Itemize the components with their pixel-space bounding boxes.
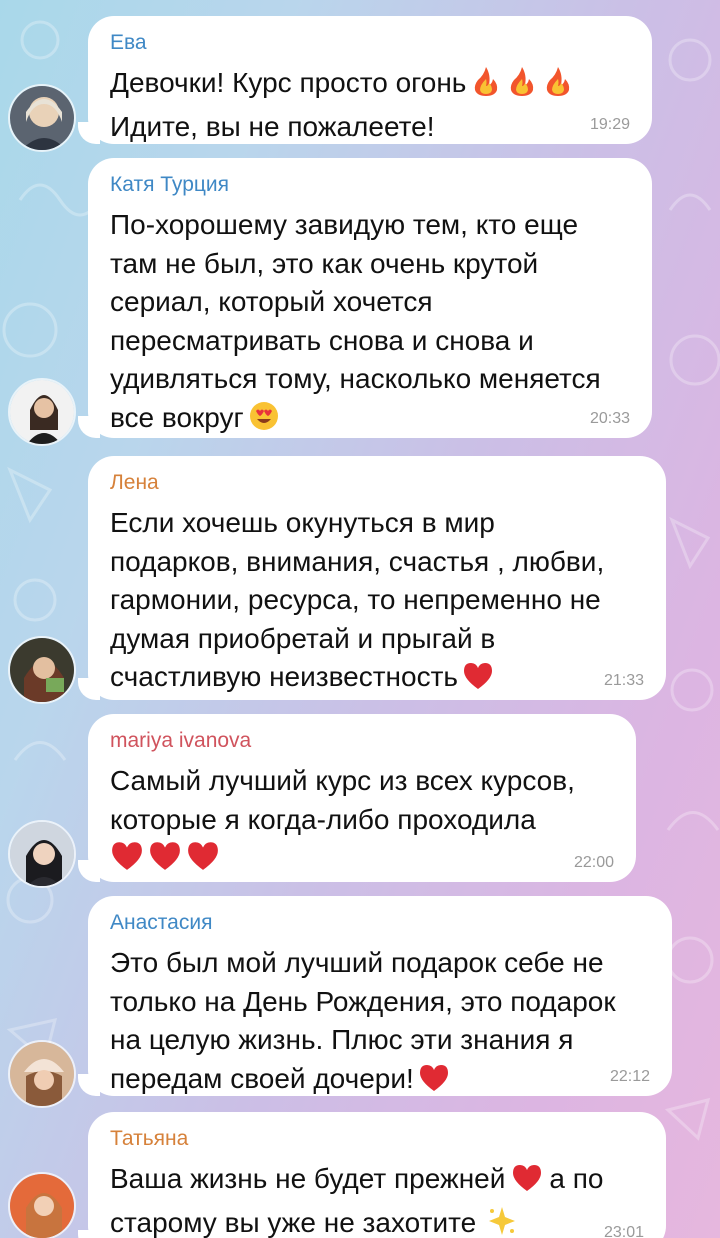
bubble-tail [78,860,100,882]
heart-icon [511,1163,543,1204]
bubble-tail [78,416,100,438]
heart-icon [110,840,144,883]
message-bubble[interactable]: mariya ivanova Самый лучший курс из всех… [78,714,636,883]
message-bubble[interactable]: Анастасия Это был мой лучший подарок себ… [78,896,672,1096]
message-line: Ваша жизнь не будет прежней [110,1163,506,1194]
avatar[interactable] [8,1040,76,1108]
message-line: старому вы уже не захотите [110,1206,477,1238]
sender-name[interactable]: mariya ivanova [110,728,614,754]
message-body: Это был мой лучший подарок себе не тольк… [110,947,616,1094]
message-time: 22:00 [573,854,614,871]
avatar[interactable] [8,378,76,446]
sparkle-icon [486,1205,518,1238]
message-text: По-хорошему завидую тем, кто еще там не … [110,206,630,443]
message-text: Если хочешь окунуться в мир подарков, вн… [110,504,644,702]
heart-icon [148,840,182,883]
fire-icon [542,65,574,108]
avatar[interactable] [8,84,76,152]
heart-icon [462,661,494,702]
heart-icon [186,840,220,883]
message-time: 21:33 [603,672,644,689]
message-body: Если хочешь окунуться в мир подарков, вн… [110,507,605,693]
message-text: Девочки! Курс просто огонь Идите, вы не … [110,64,630,146]
message-time: 22:12 [609,1068,650,1085]
message-line: Идите, вы не пожалеете! [110,110,435,142]
message-time: 19:29 [589,116,630,133]
sender-name[interactable]: Татьяна [110,1126,644,1152]
bubble-tail [78,1074,100,1096]
fire-icon [470,65,502,108]
heart-eyes-icon [248,400,280,443]
message-bubble[interactable]: Ева Девочки! Курс просто огонь Идите, вы… [78,16,652,146]
bubble-tail [78,678,100,700]
avatar[interactable] [8,820,76,888]
message-bubble[interactable]: Катя Турция По-хорошему завидую тем, кто… [78,158,652,438]
message-text: Ваша жизнь не будет прежней а по старому … [110,1160,644,1238]
message-line: а по [549,1163,604,1194]
message-body: По-хорошему завидую тем, кто еще там не … [110,209,601,433]
sender-name[interactable]: Катя Турция [110,172,630,198]
avatar[interactable] [8,1172,76,1238]
message-text: Самый лучший курс из всех курсов, которы… [110,762,614,883]
chat-background: Ева Девочки! Курс просто огонь Идите, вы… [0,0,720,1238]
message-body: Самый лучший курс из всех курсов, которы… [110,765,575,835]
bubble-tail [78,122,100,144]
fire-icon [506,65,538,108]
bubble-tail [78,1230,100,1238]
sender-name[interactable]: Лена [110,470,644,496]
avatar[interactable] [8,636,76,704]
message-time: 23:01 [603,1224,644,1238]
message-line: Девочки! Курс просто огонь [110,67,467,98]
heart-icon [418,1063,450,1104]
message-bubble[interactable]: Татьяна Ваша жизнь не будет прежней а по … [78,1112,666,1238]
message-bubble[interactable]: Лена Если хочешь окунуться в мир подарко… [78,456,666,702]
sender-name[interactable]: Анастасия [110,910,650,936]
message-text: Это был мой лучший подарок себе не тольк… [110,944,650,1103]
sender-name[interactable]: Ева [110,30,630,56]
message-time: 20:33 [589,410,630,427]
